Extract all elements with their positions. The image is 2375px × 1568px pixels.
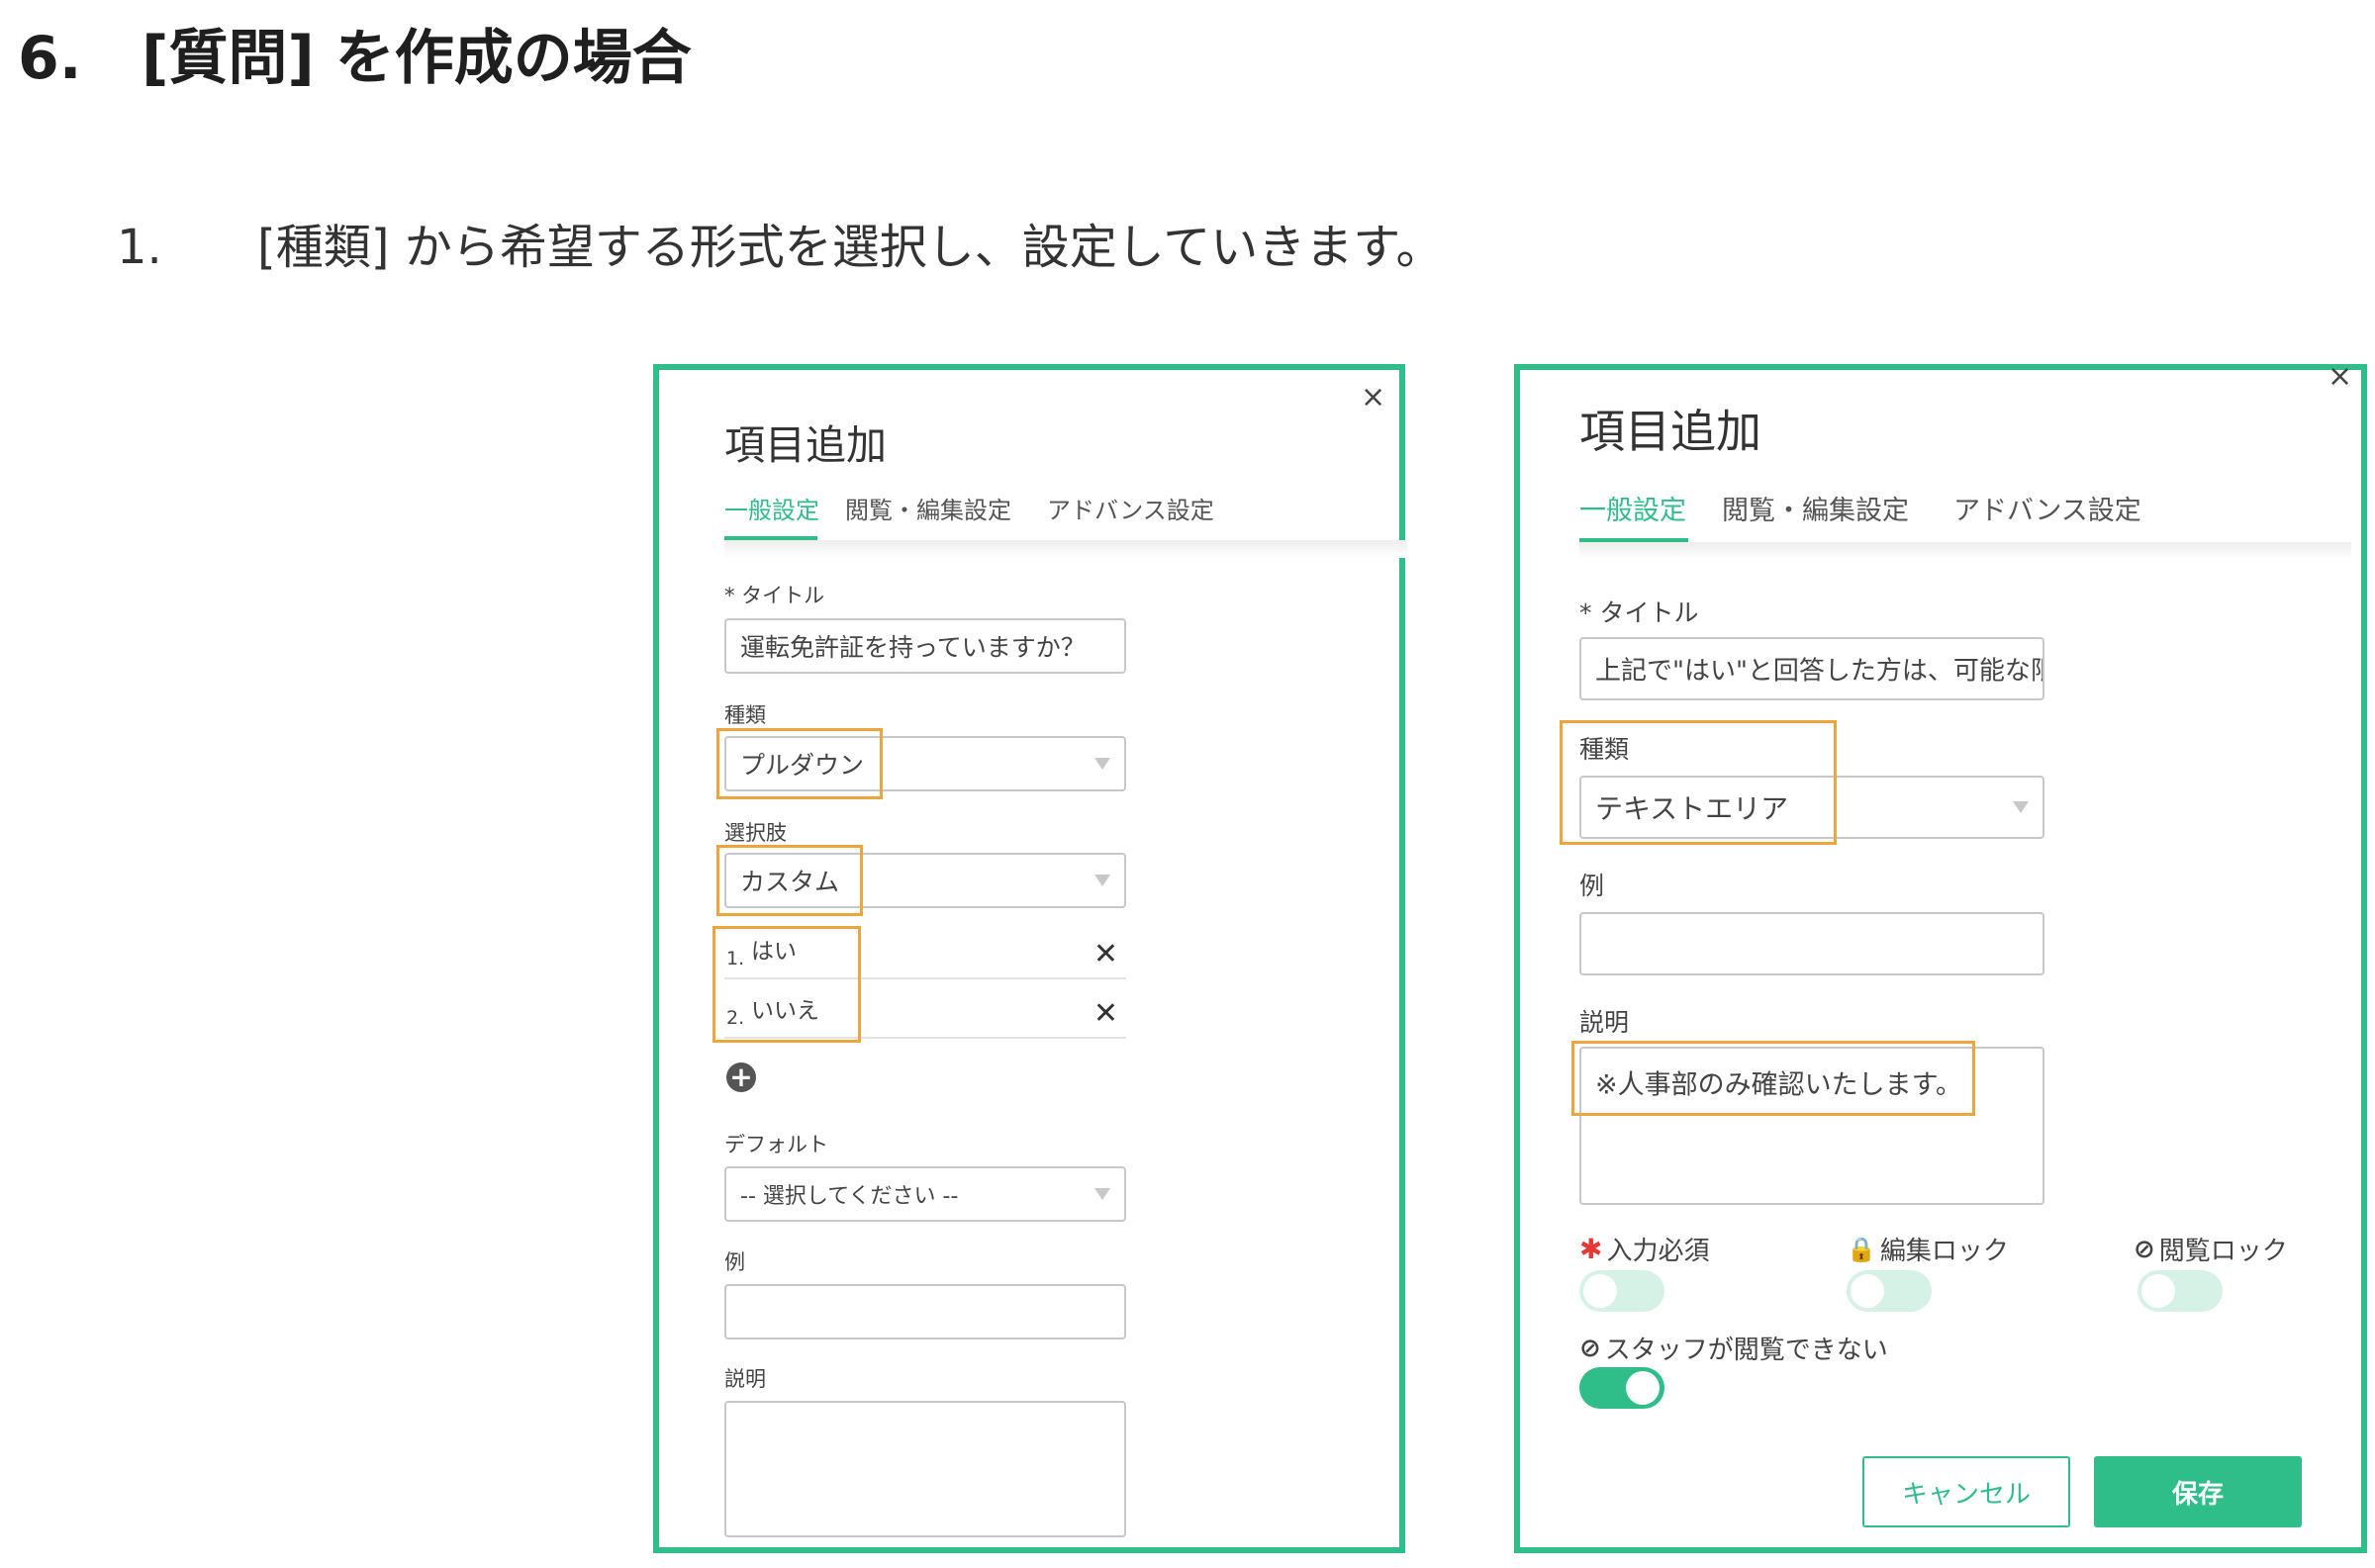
type-highlight: [716, 728, 883, 799]
description-highlight: [1571, 1041, 1975, 1116]
eye-off-icon: ⊘: [1579, 1333, 1601, 1363]
required-toggle-label: ✱ 入力必須: [1579, 1231, 1709, 1267]
step-instruction: [種類] から希望する形式を選択し、設定していきます。: [257, 220, 1444, 275]
remove-option-icon[interactable]: ✕: [1093, 996, 1118, 1031]
chevron-down-icon: [1094, 1188, 1110, 1200]
tab-view-edit[interactable]: 閲覧・編集設定: [1722, 489, 1909, 527]
step-text: 1. [種類] から希望する形式を選択し、設定していきます。: [117, 208, 1443, 277]
staff-hidden-label: スタッフが閲覧できない: [1604, 1336, 1888, 1365]
title-label: * タイトル: [724, 584, 825, 607]
toggle-knob: [1583, 1274, 1617, 1308]
description-label: 説明: [1579, 1008, 1630, 1037]
example-input[interactable]: [1579, 912, 2044, 975]
toggle-knob: [1626, 1371, 1660, 1405]
tab-bar-shadow: [1579, 542, 2351, 560]
required-label: 入力必須: [1606, 1237, 1710, 1266]
example-input[interactable]: [724, 1284, 1126, 1339]
left-dialog: × 項目追加 一般設定 閲覧・編集設定 アドバンス設定 * タイトル 運転免許証…: [653, 364, 1407, 1553]
example-label: 例: [724, 1250, 745, 1274]
close-icon[interactable]: ×: [2328, 362, 2352, 392]
type-highlight: [1560, 720, 1837, 845]
tab-view-edit[interactable]: 閲覧・編集設定: [845, 491, 1011, 525]
title-input-value: 運転免許証を持っていますか？: [740, 633, 1086, 662]
staff-hidden-toggle[interactable]: [1579, 1367, 1664, 1409]
options-highlight: [712, 926, 861, 1043]
view-lock-label: 閲覧ロック: [2158, 1237, 2288, 1266]
required-toggle[interactable]: [1579, 1270, 1664, 1312]
chevron-down-icon: [1094, 875, 1110, 886]
right-dialog: × 項目追加 一般設定 閲覧・編集設定 アドバンス設定 * タイトル 上記で"は…: [1514, 362, 2367, 1553]
tab-advanced[interactable]: アドバンス設定: [1047, 491, 1214, 525]
view-lock-toggle[interactable]: [2138, 1270, 2223, 1312]
tab-bar-shadow: [724, 540, 1407, 558]
title-label: * タイトル: [1579, 599, 1699, 627]
title-input[interactable]: 上記で"はい"と回答した方は、可能な限: [1579, 637, 2044, 700]
description-label: 説明: [724, 1367, 766, 1391]
default-select-value: -- 選択してください --: [740, 1184, 959, 1209]
dialog-title: 項目追加: [1579, 405, 1761, 458]
chevron-down-icon: [2013, 801, 2029, 813]
dialog-title: 項目追加: [724, 421, 887, 469]
tab-advanced[interactable]: アドバンス設定: [1953, 489, 2141, 527]
staff-hidden-toggle-label: ⊘ スタッフが閲覧できない: [1579, 1330, 1888, 1366]
type-label: 種類: [724, 703, 766, 727]
section-title: [質問] を作成の場合: [142, 24, 692, 93]
asterisk-icon: ✱: [1579, 1233, 1603, 1265]
chevron-down-icon: [1094, 758, 1110, 770]
toggle-knob: [2141, 1274, 2175, 1308]
choices-highlight: [716, 845, 863, 916]
tab-general[interactable]: 一般設定: [724, 491, 819, 525]
title-input-value: 上記で"はい"と回答した方は、可能な限: [1595, 656, 2044, 687]
choices-label: 選択肢: [724, 821, 787, 845]
edit-lock-toggle[interactable]: [1847, 1270, 1932, 1312]
plus-circle-icon[interactable]: +: [726, 1062, 756, 1092]
remove-option-icon[interactable]: ✕: [1093, 937, 1118, 971]
tab-general[interactable]: 一般設定: [1579, 489, 1686, 527]
default-select[interactable]: -- 選択してください --: [724, 1166, 1126, 1222]
section-heading: 6. [質問] を作成の場合: [18, 10, 692, 96]
example-label: 例: [1579, 872, 1605, 900]
toggle-knob: [1851, 1274, 1884, 1308]
save-button[interactable]: 保存: [2094, 1456, 2302, 1527]
lock-icon: 🔒: [1847, 1235, 1876, 1263]
section-number: 6.: [18, 24, 82, 93]
close-icon[interactable]: ×: [1361, 383, 1385, 413]
edit-lock-toggle-label: 🔒 編集ロック: [1847, 1231, 2009, 1267]
view-lock-toggle-label: ⊘ 閲覧ロック: [2134, 1231, 2288, 1267]
step-number: 1.: [117, 220, 162, 275]
cancel-button[interactable]: キャンセル: [1862, 1456, 2070, 1527]
default-label: デフォルト: [724, 1133, 828, 1156]
edit-lock-label: 編集ロック: [1879, 1237, 2009, 1266]
description-textarea[interactable]: [724, 1401, 1126, 1537]
eye-off-icon: ⊘: [2134, 1234, 2155, 1264]
title-input[interactable]: 運転免許証を持っていますか？: [724, 618, 1126, 674]
